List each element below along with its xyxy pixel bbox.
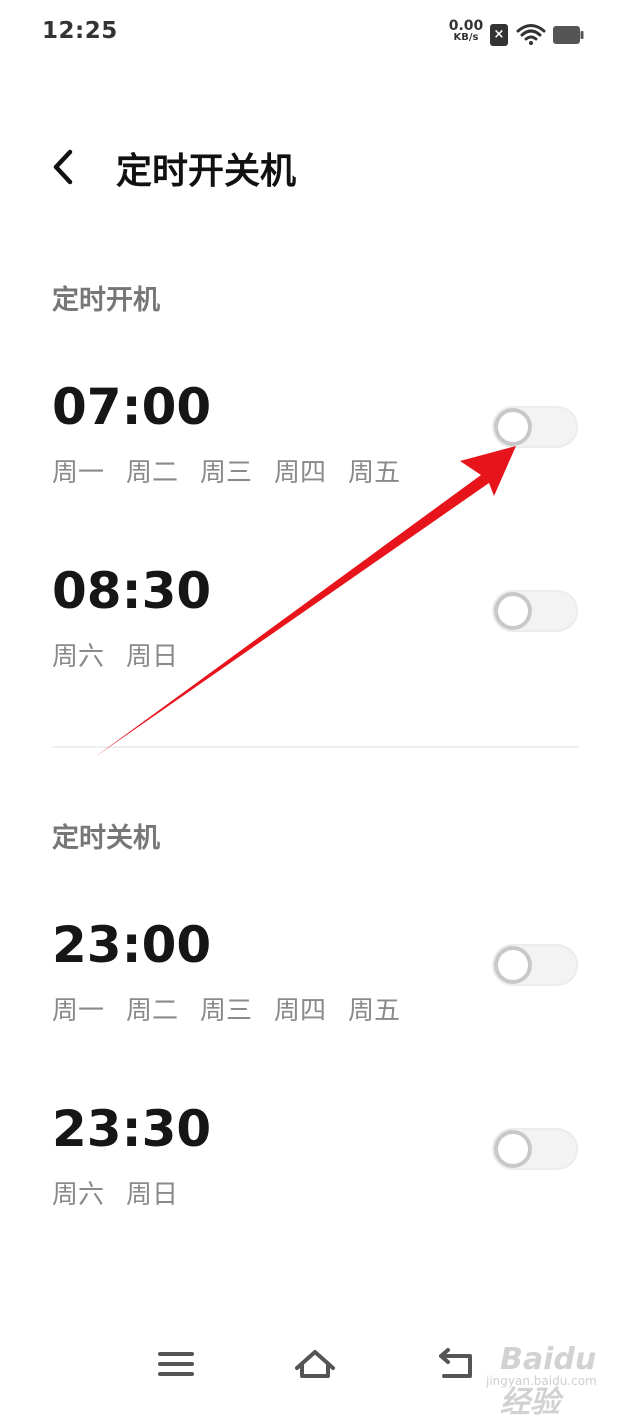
watermark-url: jingyan.baidu.com [486,1374,597,1388]
schedule-days: 周一 周二 周三 周四 周五 [52,452,422,489]
section-title-power-on: 定时开机 [52,285,160,316]
schedule-toggle[interactable] [492,1128,578,1170]
schedule-toggle[interactable] [492,406,578,448]
schedule-row: 23:30 周六 周日 [0,1100,630,1250]
home-icon [295,1350,335,1378]
day-label: 周三 [200,996,253,1026]
schedule-row: 07:00 周一 周二 周三 周四 周五 [0,378,630,528]
schedule-time: 07:00 [52,378,212,436]
network-speed-value: 0.00 [448,18,484,34]
day-label: 周五 [348,458,401,488]
day-label: 周二 [126,458,179,488]
page-title: 定时开关机 [116,151,297,192]
schedule-time: 23:00 [52,916,212,974]
day-label: 周二 [126,996,179,1026]
day-label: 周一 [52,996,105,1026]
schedule-time: 23:30 [52,1100,212,1158]
status-time: 12:25 [42,18,118,44]
toggle-knob [494,408,532,446]
menu-icon [158,1352,194,1376]
schedule-time: 08:30 [52,562,212,620]
day-label: 周六 [52,642,105,672]
section-title-power-off: 定时关机 [52,823,160,854]
day-label: 周日 [126,1180,179,1210]
day-label: 周五 [348,996,401,1026]
toggle-knob [494,592,532,630]
home-button[interactable] [290,1340,340,1390]
status-bar: 12:25 0.00 KB/s × [0,0,630,70]
baidu-watermark: Baidu经验 jingyan.baidu.com [470,1328,620,1420]
schedule-days: 周六 周日 [52,636,200,673]
back-icon [439,1348,472,1378]
toggle-knob [494,1130,532,1168]
day-label: 周日 [126,642,179,672]
wifi-icon [516,24,546,45]
schedule-toggle[interactable] [492,944,578,986]
day-label: 周一 [52,458,105,488]
schedule-toggle[interactable] [492,590,578,632]
toggle-knob [494,946,532,984]
day-label: 周三 [200,458,253,488]
day-label: 周六 [52,1180,105,1210]
battery-icon [553,26,584,44]
schedule-row: 23:00 周一 周二 周三 周四 周五 [0,916,630,1066]
schedule-days: 周六 周日 [52,1174,200,1211]
chevron-left-icon [53,149,73,185]
day-label: 周四 [274,996,327,1026]
menu-button[interactable] [152,1340,202,1390]
section-divider [52,746,579,748]
day-label: 周四 [274,458,327,488]
back-button[interactable] [40,142,90,192]
schedule-days: 周一 周二 周三 周四 周五 [52,990,422,1027]
schedule-row: 08:30 周六 周日 [0,562,630,712]
page-header: 定时开关机 [0,120,630,210]
network-speed: 0.00 KB/s [446,18,486,44]
sim-error-icon: × [490,24,508,46]
